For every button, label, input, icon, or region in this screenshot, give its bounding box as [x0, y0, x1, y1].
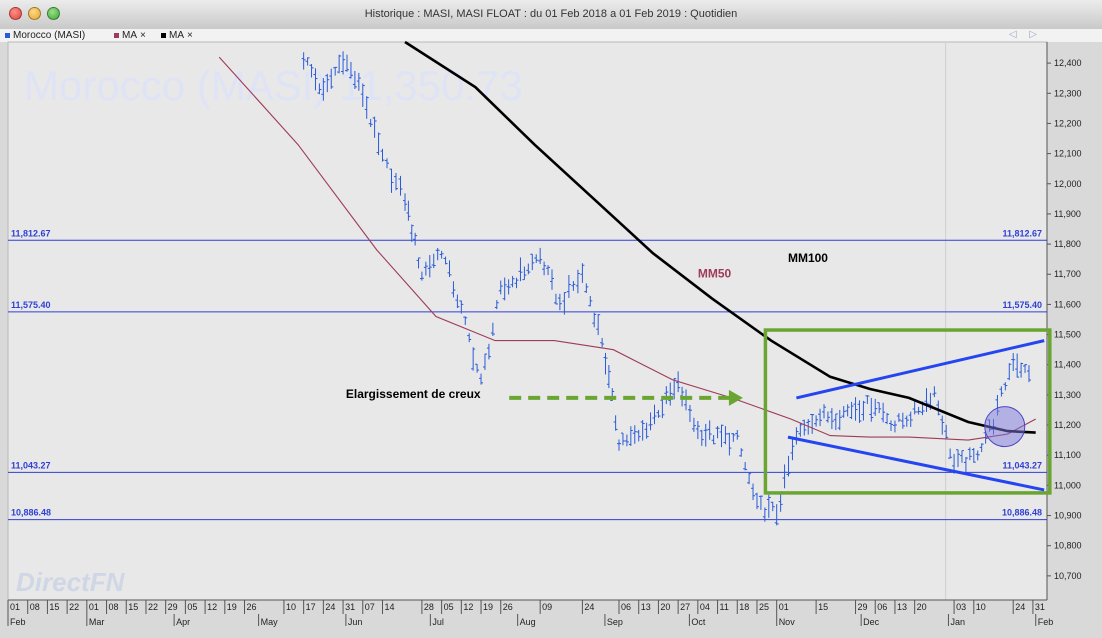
- x-tick-label: 01: [89, 602, 99, 612]
- x-tick-label: 22: [69, 602, 79, 612]
- x-tick-label: 13: [641, 602, 651, 612]
- x-tick-label: 24: [1015, 602, 1025, 612]
- level-label-left: 10,886.48: [11, 508, 51, 518]
- plot-area: [7, 41, 1048, 601]
- x-tick-label: 15: [128, 602, 138, 612]
- x-tick-label: 10: [286, 602, 296, 612]
- x-tick-label: 10: [976, 602, 986, 612]
- y-tick-label: 11,300: [1054, 390, 1081, 400]
- x-tick-label: 22: [148, 602, 158, 612]
- level-label-left: 11,575.40: [11, 300, 51, 310]
- y-tick-label: 11,100: [1054, 450, 1081, 460]
- month-label: Dec: [863, 617, 880, 627]
- y-tick-label: 11,500: [1054, 330, 1081, 340]
- brand-logo: DirectFN: [16, 567, 126, 597]
- x-tick-label: 13: [897, 602, 907, 612]
- x-tick-label: 20: [660, 602, 670, 612]
- x-tick-label: 17: [306, 602, 316, 612]
- x-tick-label: 05: [187, 602, 197, 612]
- month-label: Mar: [89, 617, 105, 627]
- x-tick-label: 12: [207, 602, 217, 612]
- x-tick-label: 11: [720, 602, 729, 612]
- y-tick-label: 12,100: [1054, 149, 1082, 159]
- x-tick-label: 08: [30, 602, 40, 612]
- y-tick-label: 12,400: [1054, 58, 1082, 68]
- month-label: Nov: [779, 617, 796, 627]
- month-label: Feb: [10, 617, 26, 627]
- x-tick-label: 03: [956, 602, 966, 612]
- level-label-right: 11,812.67: [1002, 228, 1042, 238]
- x-tick-label: 31: [1035, 602, 1045, 612]
- x-tick-label: 08: [109, 602, 119, 612]
- x-tick-label: 20: [917, 602, 927, 612]
- x-tick-label: 07: [365, 602, 375, 612]
- month-label: Feb: [1038, 617, 1054, 627]
- x-tick-label: 06: [877, 602, 887, 612]
- x-tick-label: 18: [739, 602, 749, 612]
- price-chart[interactable]: Morocco (MASI) 11,350.73DirectFN12,40012…: [0, 0, 1102, 638]
- x-tick-label: 01: [779, 602, 789, 612]
- y-tick-label: 11,800: [1054, 239, 1081, 249]
- month-label: Apr: [176, 617, 190, 627]
- x-tick-label: 27: [680, 602, 690, 612]
- x-tick-label: 06: [621, 602, 631, 612]
- y-tick-label: 12,000: [1054, 179, 1082, 189]
- y-tick-label: 10,700: [1054, 571, 1082, 581]
- x-tick-label: 01: [10, 602, 20, 612]
- x-tick-label: 31: [345, 602, 355, 612]
- x-tick-label: 19: [483, 602, 493, 612]
- x-tick-label: 29: [168, 602, 178, 612]
- x-tick-label: 28: [424, 602, 434, 612]
- y-tick-label: 11,600: [1054, 299, 1081, 309]
- x-tick-label: 09: [542, 602, 552, 612]
- y-tick-label: 12,200: [1054, 118, 1082, 128]
- y-tick-label: 10,900: [1054, 511, 1082, 521]
- month-label: Jun: [348, 617, 363, 627]
- highlight-circle: [984, 406, 1026, 448]
- level-label-left: 11,043.27: [11, 460, 51, 470]
- x-tick-label: 15: [818, 602, 828, 612]
- x-tick-label: 05: [444, 602, 454, 612]
- annotation: MM50: [698, 266, 732, 280]
- x-tick-label: 25: [759, 602, 769, 612]
- level-label-right: 11,575.40: [1002, 300, 1042, 310]
- y-tick-label: 11,900: [1054, 209, 1081, 219]
- month-label: Sep: [607, 617, 623, 627]
- month-label: Jul: [432, 617, 444, 627]
- x-tick-label: 29: [858, 602, 868, 612]
- level-label-right: 11,043.27: [1002, 460, 1042, 470]
- annotation: MM100: [788, 251, 828, 265]
- x-tick-label: 26: [503, 602, 513, 612]
- x-tick-label: 12: [463, 602, 473, 612]
- x-tick-label: 19: [227, 602, 237, 612]
- x-tick-label: 15: [49, 602, 59, 612]
- y-tick-label: 11,400: [1054, 360, 1081, 370]
- month-label: Oct: [691, 617, 706, 627]
- level-label-left: 11,812.67: [11, 228, 51, 238]
- x-tick-label: 14: [384, 602, 394, 612]
- y-tick-label: 11,700: [1054, 269, 1081, 279]
- x-tick-label: 24: [325, 602, 335, 612]
- month-label: Aug: [520, 617, 536, 627]
- level-label-right: 10,886.48: [1002, 508, 1042, 518]
- x-tick-label: 24: [584, 602, 594, 612]
- y-tick-label: 10,800: [1054, 541, 1082, 551]
- x-tick-label: 26: [247, 602, 257, 612]
- month-label: Jan: [950, 617, 965, 627]
- y-tick-label: 11,000: [1054, 480, 1081, 490]
- y-tick-label: 12,300: [1054, 88, 1082, 98]
- annotation: Elargissement de creux: [346, 387, 481, 401]
- month-label: May: [261, 617, 279, 627]
- y-tick-label: 11,200: [1054, 420, 1081, 430]
- x-tick-label: 04: [700, 602, 710, 612]
